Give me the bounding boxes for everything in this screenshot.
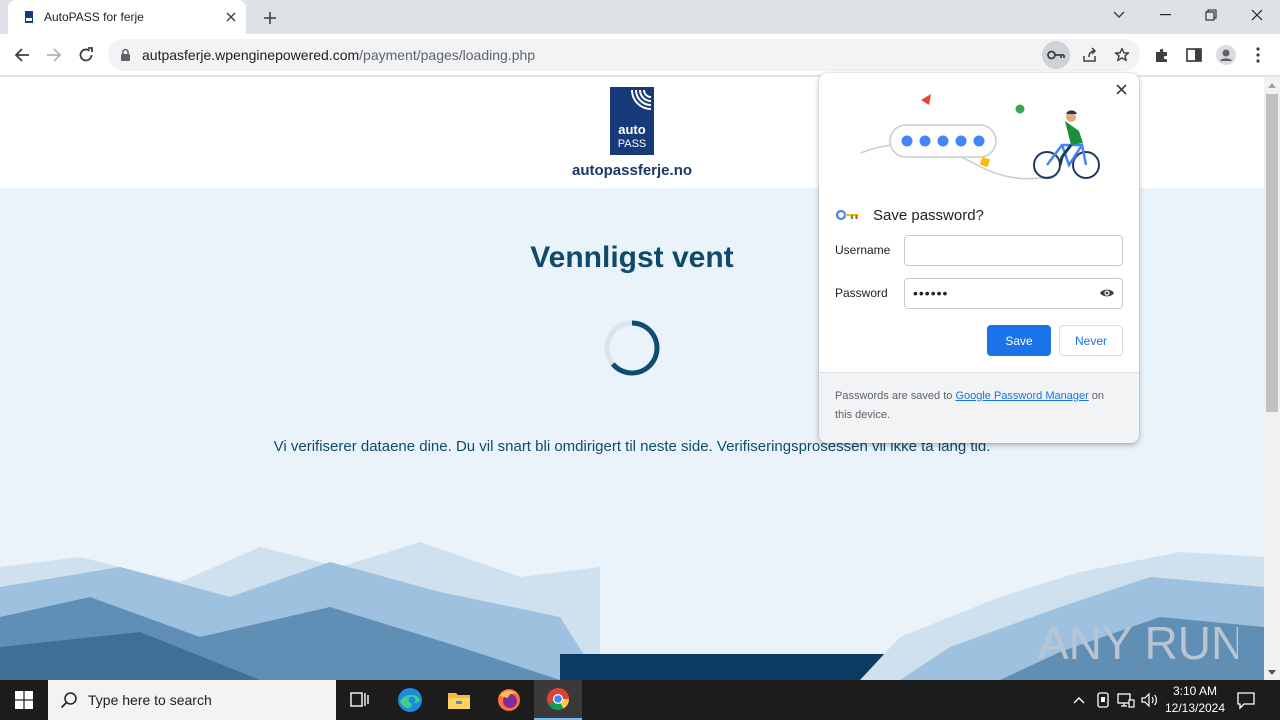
logo-text-line1: auto xyxy=(618,122,646,137)
site-favicon-icon xyxy=(25,11,33,23)
notification-icon[interactable] xyxy=(1236,690,1256,713)
side-panel-button[interactable] xyxy=(1179,40,1209,70)
save-password-title: Save password? xyxy=(873,206,984,224)
back-arrow-icon xyxy=(14,48,29,62)
chrome-taskbar-icon[interactable] xyxy=(534,680,582,720)
password-label: Password xyxy=(835,286,888,300)
firefox-icon[interactable] xyxy=(485,680,533,720)
page-scrollbar[interactable] xyxy=(1264,77,1280,680)
minimize-button[interactable] xyxy=(1142,0,1188,30)
device-icon[interactable] xyxy=(1094,691,1112,709)
windows-logo-icon xyxy=(15,691,33,709)
scrollbar-thumb[interactable] xyxy=(1266,94,1278,412)
close-window-button[interactable] xyxy=(1234,0,1280,30)
url-text[interactable]: autpasferje.wpenginepowered.com/payment/… xyxy=(142,47,535,63)
password-illustration xyxy=(860,94,1100,180)
task-view-icon[interactable] xyxy=(336,680,384,720)
browser-toolbar: autpasferje.wpenginepowered.com/payment/… xyxy=(0,34,1280,76)
search-icon xyxy=(60,692,77,709)
reload-button[interactable] xyxy=(71,40,101,70)
save-password-bubble: Save password? Username Password •••••• … xyxy=(819,73,1139,443)
username-label: Username xyxy=(835,243,891,257)
autopass-logo[interactable]: auto PASS xyxy=(610,87,654,155)
clock-time: 3:10 AM xyxy=(1172,684,1218,698)
profile-button[interactable] xyxy=(1211,40,1241,70)
save-button[interactable]: Save xyxy=(987,325,1051,356)
tab-title: AutoPASS for ferje xyxy=(44,10,144,24)
password-value: •••••• xyxy=(913,285,949,301)
share-icon[interactable] xyxy=(1076,41,1104,69)
chrome-menu-button[interactable] xyxy=(1243,40,1273,70)
start-button[interactable] xyxy=(0,680,48,720)
restore-button[interactable] xyxy=(1188,0,1234,30)
puzzle-piece-icon xyxy=(1156,48,1167,62)
scroll-down-arrow-icon[interactable] xyxy=(1264,664,1280,680)
logo-text-line2: PASS xyxy=(618,138,647,150)
clock-date: 12/13/2024 xyxy=(1164,701,1226,715)
search-placeholder: Type here to search xyxy=(88,692,212,708)
chevron-up-icon[interactable] xyxy=(1070,691,1088,709)
footer-text-prefix: Passwords are saved to xyxy=(835,390,956,402)
tab-strip: AutoPASS for ferje xyxy=(0,0,1280,34)
close-icon[interactable] xyxy=(1111,79,1131,99)
edge-browser-icon[interactable] xyxy=(386,680,434,720)
password-key-icon[interactable] xyxy=(1042,41,1070,69)
key-icon xyxy=(835,209,858,221)
file-explorer-icon[interactable] xyxy=(435,680,483,720)
lock-icon[interactable] xyxy=(120,48,131,62)
bookmark-star-icon[interactable] xyxy=(1108,41,1136,69)
new-tab-button[interactable] xyxy=(258,6,282,30)
username-field[interactable] xyxy=(904,235,1123,266)
loading-spinner xyxy=(604,320,660,376)
side-panel-icon xyxy=(1186,48,1202,62)
reload-icon xyxy=(79,47,93,62)
taskbar-search[interactable]: Type here to search xyxy=(48,680,336,720)
tab-search-chevron-icon[interactable] xyxy=(1096,0,1142,30)
google-password-manager-link[interactable]: Google Password Manager xyxy=(955,390,1088,402)
address-bar[interactable]: autpasferje.wpenginepowered.com/payment/… xyxy=(108,39,1140,71)
forward-button[interactable] xyxy=(39,40,69,70)
tab-close-icon[interactable] xyxy=(222,8,240,26)
kebab-menu-icon xyxy=(1256,47,1260,63)
never-button[interactable]: Never xyxy=(1059,325,1123,356)
browser-tab[interactable]: AutoPASS for ferje xyxy=(8,0,246,34)
password-field[interactable]: •••••• xyxy=(904,278,1123,309)
extensions-button[interactable] xyxy=(1147,40,1177,70)
anyrun-watermark: ANY RUN xyxy=(1038,617,1238,669)
scroll-up-arrow-icon[interactable] xyxy=(1264,77,1280,93)
profile-avatar-icon xyxy=(1216,45,1236,65)
watermark-text: ANY RUN xyxy=(1038,617,1238,669)
windows-taskbar: Type here to search 3:10 AM 12/13/2024 xyxy=(0,680,1280,720)
eye-icon[interactable] xyxy=(1099,287,1115,299)
password-footer: Passwords are saved to Google Password M… xyxy=(819,372,1139,443)
volume-icon[interactable] xyxy=(1141,691,1159,709)
forward-arrow-icon xyxy=(47,48,62,62)
network-icon[interactable] xyxy=(1117,691,1135,709)
save-password-title-row: Save password? xyxy=(835,205,984,225)
back-button[interactable] xyxy=(7,40,37,70)
taskbar-clock[interactable]: 3:10 AM 12/13/2024 xyxy=(1160,683,1230,717)
